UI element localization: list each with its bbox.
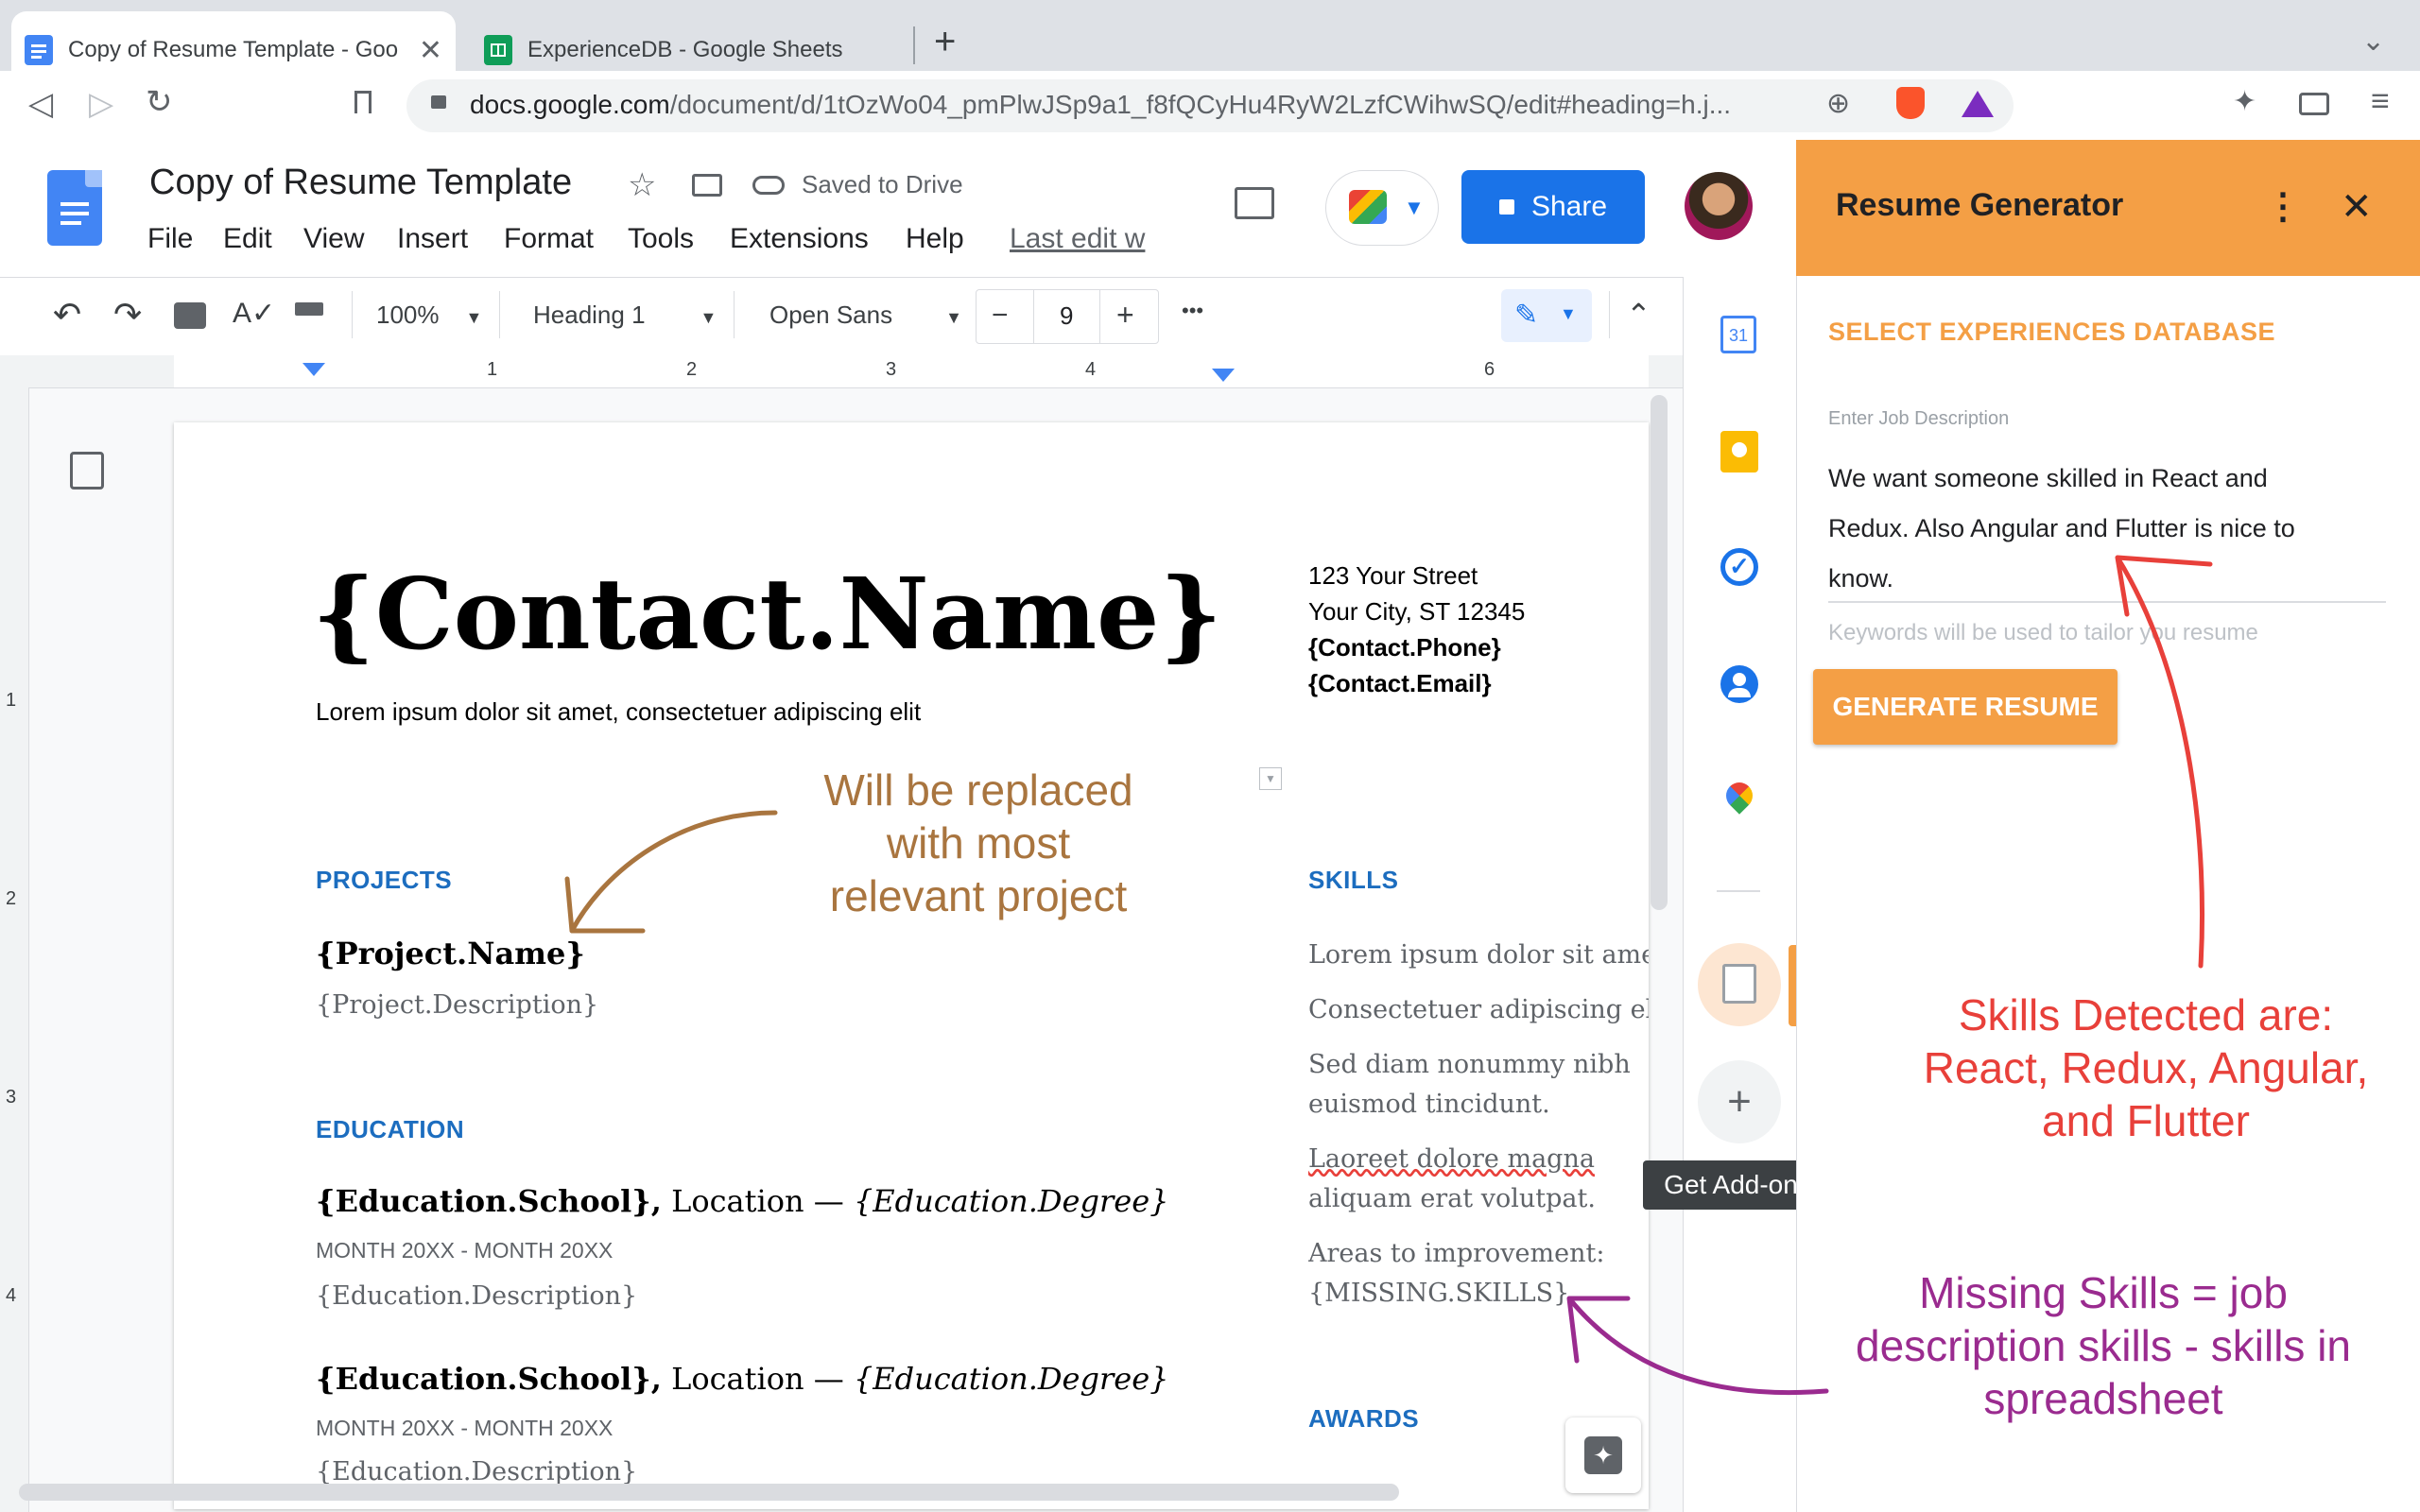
annotation-arrows-layer (564, 555, 2213, 1396)
red-arrow (2115, 555, 2213, 969)
purple-arrow (1566, 1296, 1829, 1396)
brown-arrow (564, 810, 778, 934)
